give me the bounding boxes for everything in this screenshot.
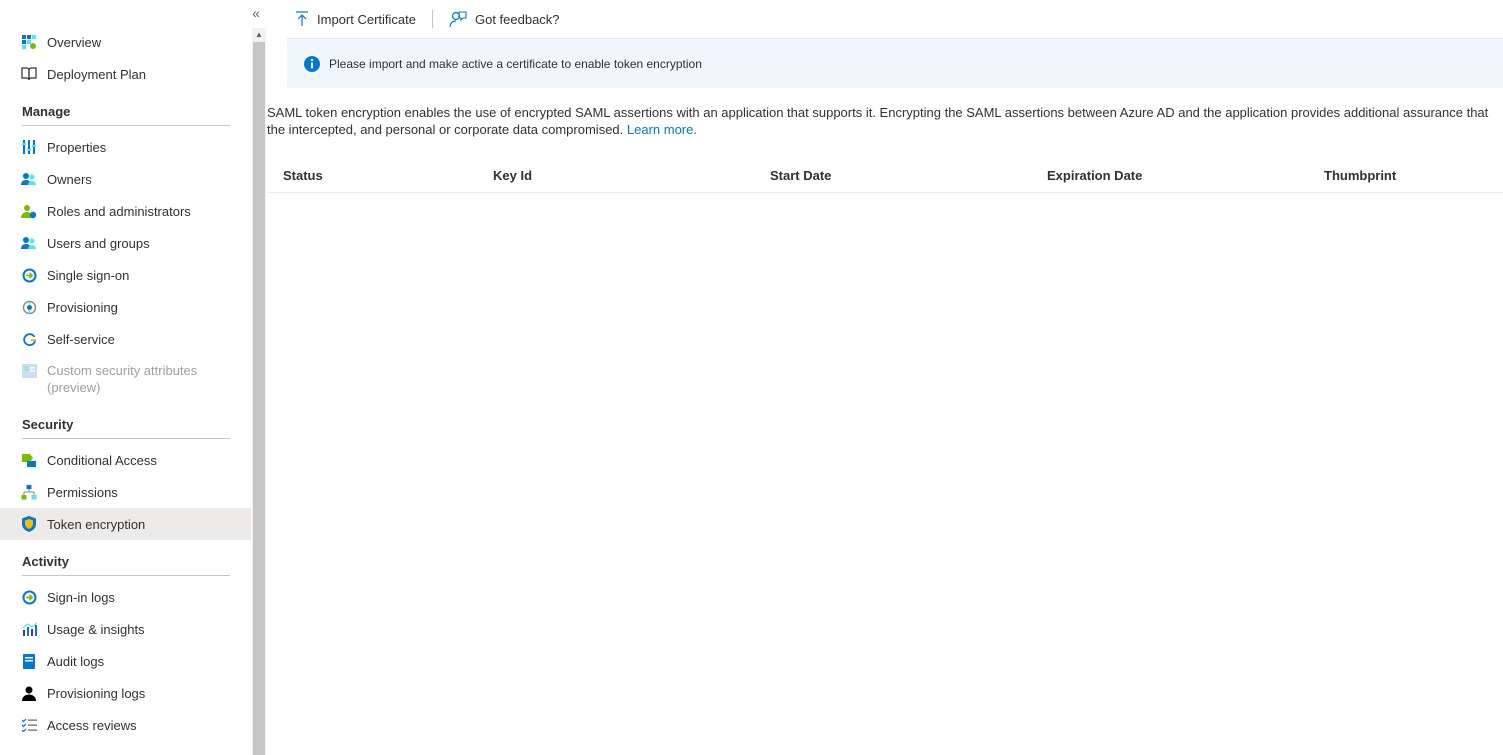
scrollbar-thumb[interactable] — [253, 42, 265, 755]
sidebar-item-label: Audit logs — [47, 653, 105, 669]
book-icon — [21, 66, 37, 82]
sidebar-item-provisioning[interactable]: Provisioning — [0, 291, 251, 323]
sidebar-item-label: Roles and administrators — [47, 203, 191, 219]
sidebar-item-properties[interactable]: Properties — [0, 131, 251, 163]
self-service-icon — [21, 331, 37, 347]
collapse-sidebar-button[interactable]: « — [249, 5, 263, 21]
conditional-access-icon — [21, 452, 37, 468]
properties-icon — [21, 139, 37, 155]
sidebar-item-label: Provisioning logs — [47, 685, 146, 701]
command-bar: Import Certificate Got feedback? — [267, 0, 1503, 38]
toolbar-divider — [431, 10, 433, 28]
sidebar-item-deployment-plan[interactable]: Deployment Plan — [0, 58, 251, 90]
provisioning-icon — [21, 299, 37, 315]
sso-icon — [21, 267, 37, 283]
main-content: Import Certificate Got feedback? Please … — [267, 0, 1503, 755]
sidebar-scrollbar[interactable]: ▲ — [252, 28, 266, 755]
sidebar-item-conditional-access[interactable]: Conditional Access — [0, 444, 251, 476]
sidebar: Overview Deployment Plan Manage Properti… — [0, 0, 252, 755]
provisioning-logs-icon — [21, 685, 37, 701]
permissions-icon — [21, 484, 37, 500]
sidebar-item-provisioning-logs[interactable]: Provisioning logs — [0, 677, 251, 709]
section-header-manage: Manage — [22, 100, 230, 126]
sidebar-item-users-and-groups[interactable]: Users and groups — [0, 227, 251, 259]
sidebar-item-label: Self-service — [47, 331, 115, 347]
sidebar-item-access-reviews[interactable]: Access reviews — [0, 709, 251, 741]
import-certificate-button[interactable]: Import Certificate — [267, 7, 426, 31]
column-header-expiration-date[interactable]: Expiration Date — [1047, 168, 1142, 183]
custom-attributes-icon — [21, 363, 37, 379]
overview-icon — [21, 34, 37, 50]
section-header-activity: Activity — [22, 550, 230, 576]
sidebar-item-label: Usage & insights — [47, 621, 145, 637]
feedback-icon — [449, 10, 467, 28]
sidebar-item-label: Permissions — [47, 484, 118, 500]
shield-icon — [21, 516, 37, 532]
access-reviews-icon — [21, 717, 37, 733]
sidebar-item-label: Users and groups — [47, 235, 150, 251]
owners-icon — [21, 171, 37, 187]
audit-logs-icon — [21, 653, 37, 669]
sidebar-item-label: Properties — [47, 139, 107, 155]
sidebar-item-custom-security-attributes[interactable]: Custom security attributes (preview) — [0, 358, 251, 398]
roles-icon — [21, 203, 37, 219]
sidebar-item-label: Deployment Plan — [47, 66, 146, 82]
section-header-security: Security — [22, 413, 230, 439]
upload-icon — [295, 11, 309, 27]
sidebar-item-overview[interactable]: Overview — [0, 26, 251, 58]
column-header-thumbprint[interactable]: Thumbprint — [1324, 168, 1396, 183]
sidebar-item-permissions[interactable]: Permissions — [0, 476, 251, 508]
sidebar-item-label: Token encryption — [47, 516, 146, 532]
import-certificate-label: Import Certificate — [317, 11, 416, 27]
info-message-text: Please import and make active a certific… — [329, 56, 702, 71]
users-groups-icon — [21, 235, 37, 251]
sidebar-item-label: Access reviews — [47, 717, 137, 733]
usage-insights-icon — [21, 621, 37, 637]
certificates-table-header: Status Key Id Start Date Expiration Date… — [267, 160, 1503, 193]
sidebar-item-label: Owners — [47, 171, 92, 187]
sidebar-item-roles-and-administrators[interactable]: Roles and administrators — [0, 195, 251, 227]
info-icon — [303, 55, 321, 73]
sidebar-item-self-service[interactable]: Self-service — [0, 323, 251, 355]
sidebar-item-token-encryption[interactable]: Token encryption — [0, 508, 251, 540]
sidebar-item-label: Single sign-on — [47, 267, 130, 283]
sidebar-item-owners[interactable]: Owners — [0, 163, 251, 195]
sidebar-item-label: Provisioning — [47, 299, 118, 315]
sidebar-item-label: Custom security attributes (preview) — [47, 363, 198, 395]
column-header-start-date[interactable]: Start Date — [770, 168, 831, 183]
column-header-key-id[interactable]: Key Id — [493, 168, 532, 183]
got-feedback-label: Got feedback? — [474, 11, 560, 27]
sign-in-logs-icon — [21, 589, 37, 605]
sidebar-item-sign-in-logs[interactable]: Sign-in logs — [0, 581, 251, 613]
description-paragraph: SAML token encryption enables the use of… — [267, 104, 1503, 138]
description-text: SAML token encryption enables the use of… — [267, 105, 1489, 137]
sidebar-item-label: Overview — [47, 34, 102, 50]
sidebar-item-single-sign-on[interactable]: Single sign-on — [0, 259, 251, 291]
sidebar-item-label: Conditional Access — [47, 452, 157, 468]
sidebar-item-audit-logs[interactable]: Audit logs — [0, 645, 251, 677]
sidebar-item-label: Sign-in logs — [47, 589, 115, 605]
learn-more-link[interactable]: Learn more. — [627, 122, 697, 137]
column-header-status[interactable]: Status — [283, 168, 323, 183]
info-message-bar: Please import and make active a certific… — [287, 38, 1503, 88]
sidebar-item-usage-insights[interactable]: Usage & insights — [0, 613, 251, 645]
scroll-up-arrow-icon[interactable]: ▲ — [252, 28, 266, 42]
got-feedback-button[interactable]: Got feedback? — [439, 7, 570, 31]
